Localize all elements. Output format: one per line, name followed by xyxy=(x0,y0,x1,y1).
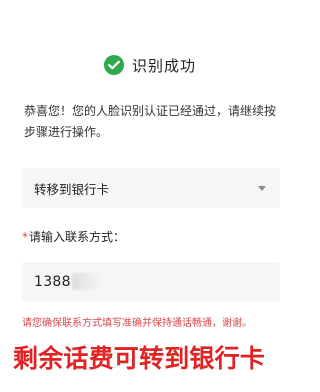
success-title: 识别成功 xyxy=(131,56,196,75)
contact-method-label-text: 请输入联系方式： xyxy=(29,230,126,244)
verification-result-page: 识别成功 恭喜您！您的人脸识别认证已经通过，请继续按步骤进行操作。 转移到银行卡… xyxy=(0,0,300,392)
transfer-option-select[interactable]: 转移到银行卡 xyxy=(22,168,280,208)
phone-input-value: 1388 xyxy=(34,273,71,290)
contact-hint: 请您确保联系方式填写准确并保持通话畅通，谢谢。 xyxy=(22,318,252,329)
caret-down-icon xyxy=(258,185,266,191)
promo-caption: 剩余话费可转到银行卡 xyxy=(13,344,266,373)
selected-option-text: 转移到银行卡 xyxy=(34,181,110,197)
success-header: 识别成功 xyxy=(0,50,300,80)
blurred-phone-digits xyxy=(71,273,101,290)
phone-input[interactable]: 1388 xyxy=(22,262,280,301)
required-marker: * xyxy=(22,230,28,244)
check-circle-icon xyxy=(103,55,124,75)
success-message: 恭喜您！您的人脸识别认证已经通过，请继续按步骤进行操作。 xyxy=(24,104,277,139)
contact-method-label: *请输入联系方式： xyxy=(22,228,125,245)
